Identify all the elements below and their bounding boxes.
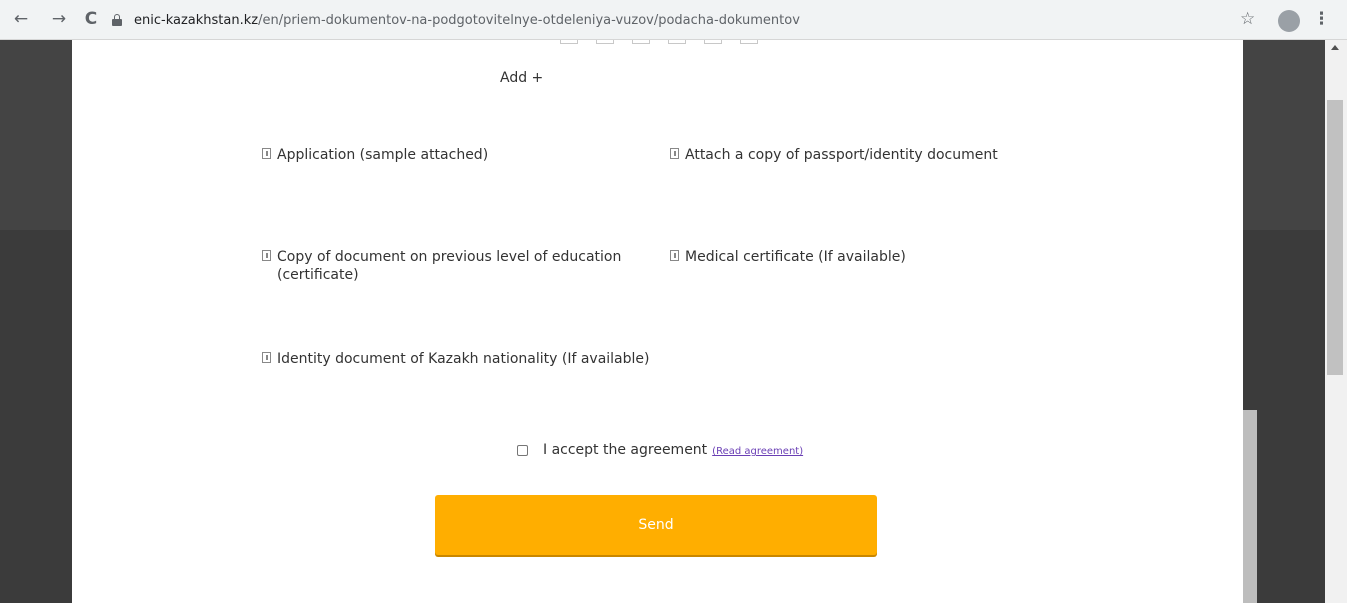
agreement-checkbox[interactable]: [517, 444, 528, 456]
file-upload-icon: [262, 148, 271, 159]
upload-nationality-document[interactable]: Identity document of Kazakh nationality …: [262, 350, 649, 368]
input-box[interactable]: [740, 40, 758, 44]
url-text[interactable]: enic-kazakhstan.kz/en/priem-dokumentov-n…: [134, 13, 800, 28]
upload-label: Medical certificate (If available): [685, 249, 906, 265]
file-upload-icon: [262, 352, 271, 363]
file-upload-icon: [262, 250, 271, 261]
upload-medical-certificate[interactable]: Medical certificate (If available): [670, 248, 906, 266]
add-button[interactable]: Add +: [500, 70, 543, 86]
upload-education-document[interactable]: Copy of document on previous level of ed…: [262, 248, 642, 284]
reload-icon[interactable]: C: [80, 8, 102, 30]
back-arrow-icon[interactable]: ←: [10, 8, 32, 30]
agreement-row: I accept the agreement (Read agreement): [517, 442, 803, 458]
send-button[interactable]: Send: [435, 495, 877, 555]
partial-input-row: [560, 40, 776, 44]
upload-label: Application (sample attached): [277, 147, 489, 163]
form-page: Add + Application (sample attached) Atta…: [72, 40, 1243, 603]
upload-label: Identity document of Kazakh nationality …: [277, 351, 650, 367]
left-margin: [0, 40, 72, 603]
bookmark-star-icon[interactable]: ☆: [1240, 9, 1255, 29]
page-scrollbar[interactable]: [1325, 40, 1347, 603]
lock-icon: [112, 14, 122, 26]
page-viewport: Add + Application (sample attached) Atta…: [0, 40, 1347, 603]
file-upload-icon: [670, 148, 679, 159]
upload-label: Copy of document on previous level of ed…: [277, 249, 622, 283]
inner-scrollbar[interactable]: [1243, 410, 1257, 603]
browser-toolbar: ← → C enic-kazakhstan.kz/en/priem-dokume…: [0, 0, 1347, 40]
profile-avatar[interactable]: [1278, 10, 1300, 32]
input-box[interactable]: [596, 40, 614, 44]
read-agreement-link[interactable]: (Read agreement): [712, 446, 803, 457]
scroll-up-arrow-icon[interactable]: [1331, 45, 1339, 50]
file-upload-icon: [670, 250, 679, 261]
upload-passport[interactable]: Attach a copy of passport/identity docum…: [670, 146, 998, 164]
url-domain: enic-kazakhstan.kz: [134, 12, 259, 28]
agreement-label: I accept the agreement: [543, 442, 708, 458]
input-box[interactable]: [668, 40, 686, 44]
input-box[interactable]: [632, 40, 650, 44]
input-box[interactable]: [704, 40, 722, 44]
browser-menu-icon[interactable]: ⋮: [1313, 9, 1330, 29]
upload-label: Attach a copy of passport/identity docum…: [685, 147, 998, 163]
scrollbar-thumb[interactable]: [1327, 100, 1343, 375]
forward-arrow-icon[interactable]: →: [48, 8, 70, 30]
input-box[interactable]: [560, 40, 578, 44]
address-bar[interactable]: enic-kazakhstan.kz/en/priem-dokumentov-n…: [112, 6, 1262, 34]
upload-application[interactable]: Application (sample attached): [262, 146, 488, 164]
url-path: /en/priem-dokumentov-na-podgotovitelnye-…: [258, 12, 800, 28]
